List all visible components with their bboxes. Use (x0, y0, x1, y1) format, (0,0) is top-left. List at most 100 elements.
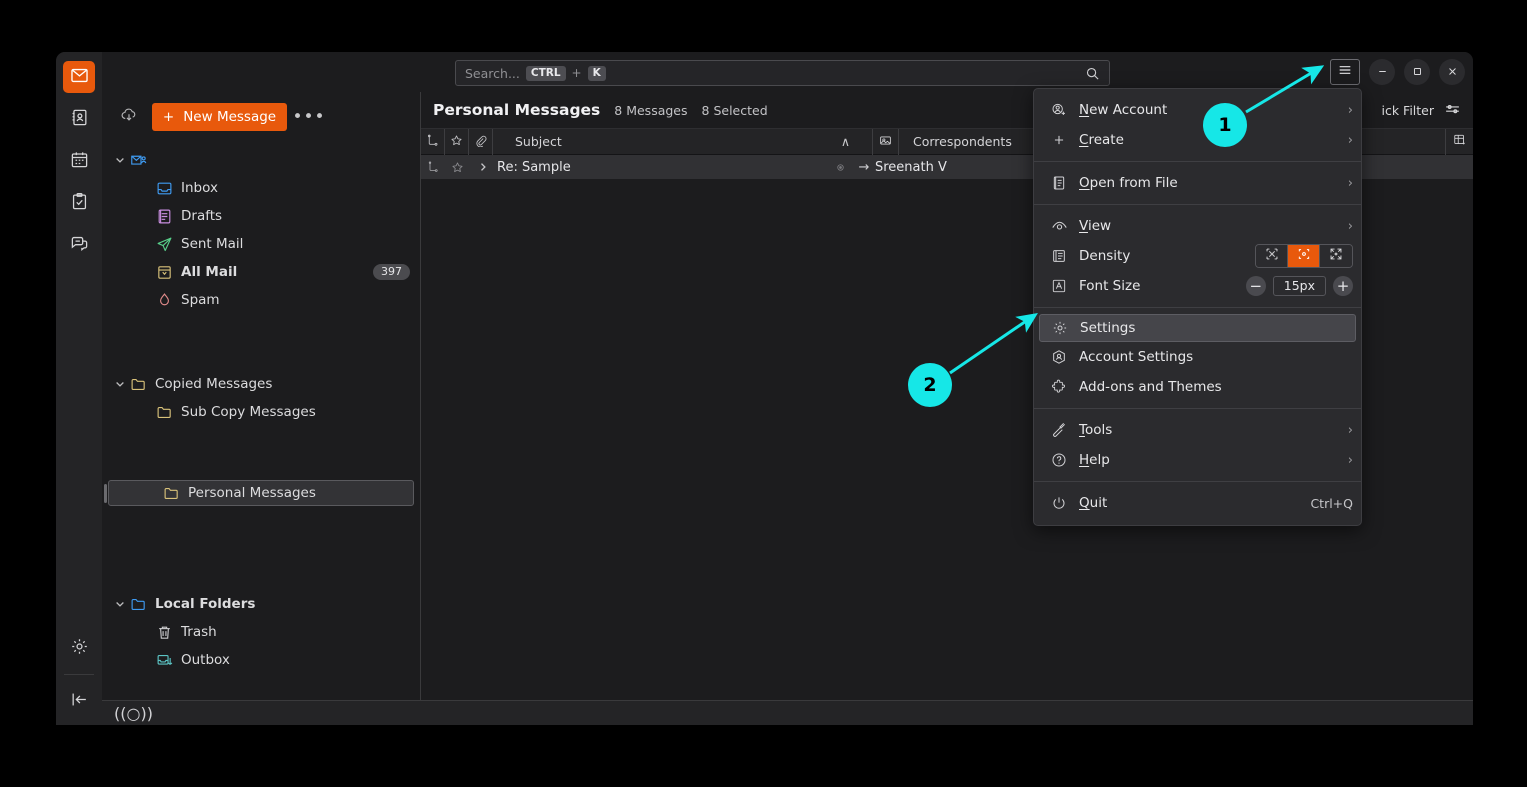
plus-icon (1048, 133, 1070, 147)
sent-icon (154, 236, 174, 253)
minimize-icon (1376, 63, 1389, 82)
menu-item-new-account[interactable]: New Account › (1034, 95, 1361, 125)
folder-node-all-mail[interactable]: All Mail 397 (102, 258, 420, 286)
address-book-icon (70, 108, 89, 131)
row-thread-icon[interactable] (421, 161, 445, 173)
density-default-button[interactable] (1288, 245, 1320, 267)
rail-item-chat[interactable] (63, 229, 95, 261)
density-default-icon (1297, 247, 1311, 265)
density-compact-button[interactable] (1256, 245, 1288, 267)
get-messages-button[interactable] (116, 104, 142, 130)
folder-label: Spam (181, 292, 220, 308)
folder-node-drafts[interactable]: Drafts (102, 202, 420, 230)
chevron-down-icon[interactable] (112, 152, 128, 168)
column-correspondents-label: Correspondents (913, 134, 1012, 149)
density-relaxed-icon (1329, 247, 1343, 265)
menu-item-settings[interactable]: Settings (1039, 314, 1356, 342)
wrench-icon (1048, 422, 1070, 438)
message-count: 8 Messages (614, 103, 687, 118)
density-relaxed-button[interactable] (1320, 245, 1352, 267)
menu-item-addons-and-themes[interactable]: Add-ons and Themes (1034, 372, 1361, 402)
row-expand-icon[interactable] (469, 161, 497, 173)
folder-label: Drafts (181, 208, 222, 224)
menu-item-tools[interactable]: Tools › (1034, 415, 1361, 445)
folder-node-local-folders[interactable]: Local Folders (102, 590, 420, 618)
chat-icon (70, 234, 89, 257)
font-size-increase-button[interactable]: + (1333, 276, 1353, 296)
chevron-down-icon[interactable] (112, 596, 128, 612)
rail-item-collapse[interactable] (63, 685, 95, 717)
file-icon (1048, 175, 1070, 191)
menu-item-quit[interactable]: Quit Ctrl+Q (1034, 488, 1361, 518)
folder-icon (154, 404, 174, 421)
column-subject-label: Subject (515, 134, 562, 149)
rail-item-address-book[interactable] (63, 103, 95, 135)
menu-item-create[interactable]: Create › (1034, 125, 1361, 155)
folder-pane-more-button[interactable]: ••• (297, 105, 321, 129)
folder-node-account[interactable] (102, 146, 420, 174)
close-button[interactable] (1439, 59, 1465, 85)
column-starred[interactable] (445, 129, 469, 155)
folder-node-sub-copy-messages[interactable]: Sub Copy Messages (102, 398, 420, 426)
selected-count: 8 Selected (702, 103, 768, 118)
eye-icon (1048, 218, 1070, 235)
new-message-label: New Message (183, 109, 276, 125)
rail-item-calendar[interactable] (63, 145, 95, 177)
menu-item-label: Settings (1080, 320, 1135, 336)
font-size-decrease-button[interactable]: − (1246, 276, 1266, 296)
folder-node-copied-messages[interactable]: Copied Messages (102, 370, 420, 398)
quick-filter-icon[interactable] (1444, 102, 1461, 119)
rail-item-tasks[interactable] (63, 187, 95, 219)
menu-item-label: Quit (1079, 495, 1107, 511)
archive-icon (154, 264, 174, 281)
chevron-right-icon: › (1348, 133, 1353, 148)
density-compact-icon (1265, 247, 1279, 265)
menu-item-open-from-file[interactable]: Open from File › (1034, 168, 1361, 198)
rail-item-mail[interactable] (63, 61, 95, 93)
column-thread[interactable] (421, 129, 445, 155)
column-subject[interactable]: Subject ∧ (493, 129, 873, 155)
menu-item-label: Add-ons and Themes (1079, 379, 1222, 395)
menu-item-label: New Account (1079, 102, 1167, 118)
menu-item-density: Density (1034, 241, 1361, 271)
menu-item-label: Tools (1079, 422, 1112, 438)
column-attachment[interactable] (469, 129, 493, 155)
unread-count-badge: 397 (373, 264, 410, 280)
gear-icon (70, 637, 89, 660)
chevron-right-icon: › (1348, 219, 1353, 234)
row-star-icon[interactable] (445, 161, 469, 174)
menu-separator (1034, 204, 1361, 205)
drafts-icon (154, 208, 174, 225)
menu-item-help[interactable]: Help › (1034, 445, 1361, 475)
new-message-button[interactable]: + New Message (152, 103, 287, 131)
folder-node-trash[interactable]: Trash (102, 618, 420, 646)
column-tag[interactable] (873, 129, 899, 155)
font-size-control: − 15px + (1246, 276, 1353, 296)
app-menu-button[interactable] (1330, 59, 1360, 85)
maximize-button[interactable] (1404, 59, 1430, 85)
menu-item-view[interactable]: View › (1034, 211, 1361, 241)
tree-spacer-3 (102, 506, 420, 590)
page-title: Personal Messages (433, 101, 600, 119)
folder-node-spam[interactable]: Spam (102, 286, 420, 314)
chevron-down-icon[interactable] (112, 376, 128, 392)
font-size-value: 15px (1273, 276, 1326, 296)
menu-item-account-settings[interactable]: Account Settings (1034, 342, 1361, 372)
search-shortcut-ctrl: CTRL (526, 66, 566, 81)
account-mail-icon (128, 152, 148, 169)
density-segmented-control (1255, 244, 1353, 268)
quick-filter-label[interactable]: ick Filter (1381, 103, 1434, 118)
app-menu-popup: New Account › Create › Open from File › (1033, 88, 1362, 526)
column-options-button[interactable] (1445, 129, 1473, 155)
minimize-button[interactable] (1369, 59, 1395, 85)
rail-item-settings[interactable] (63, 632, 95, 664)
row-tag-icon (827, 162, 853, 173)
search-icon (1085, 66, 1100, 81)
folder-node-sent-mail[interactable]: Sent Mail (102, 230, 420, 258)
folder-node-personal-messages[interactable]: Personal Messages (108, 480, 414, 506)
search-input[interactable]: Search... CTRL + K (455, 60, 1110, 86)
row-subject: Re: Sample (497, 160, 827, 175)
chevron-right-icon: › (1348, 103, 1353, 118)
folder-node-outbox[interactable]: Outbox (102, 646, 420, 674)
folder-node-inbox[interactable]: Inbox (102, 174, 420, 202)
